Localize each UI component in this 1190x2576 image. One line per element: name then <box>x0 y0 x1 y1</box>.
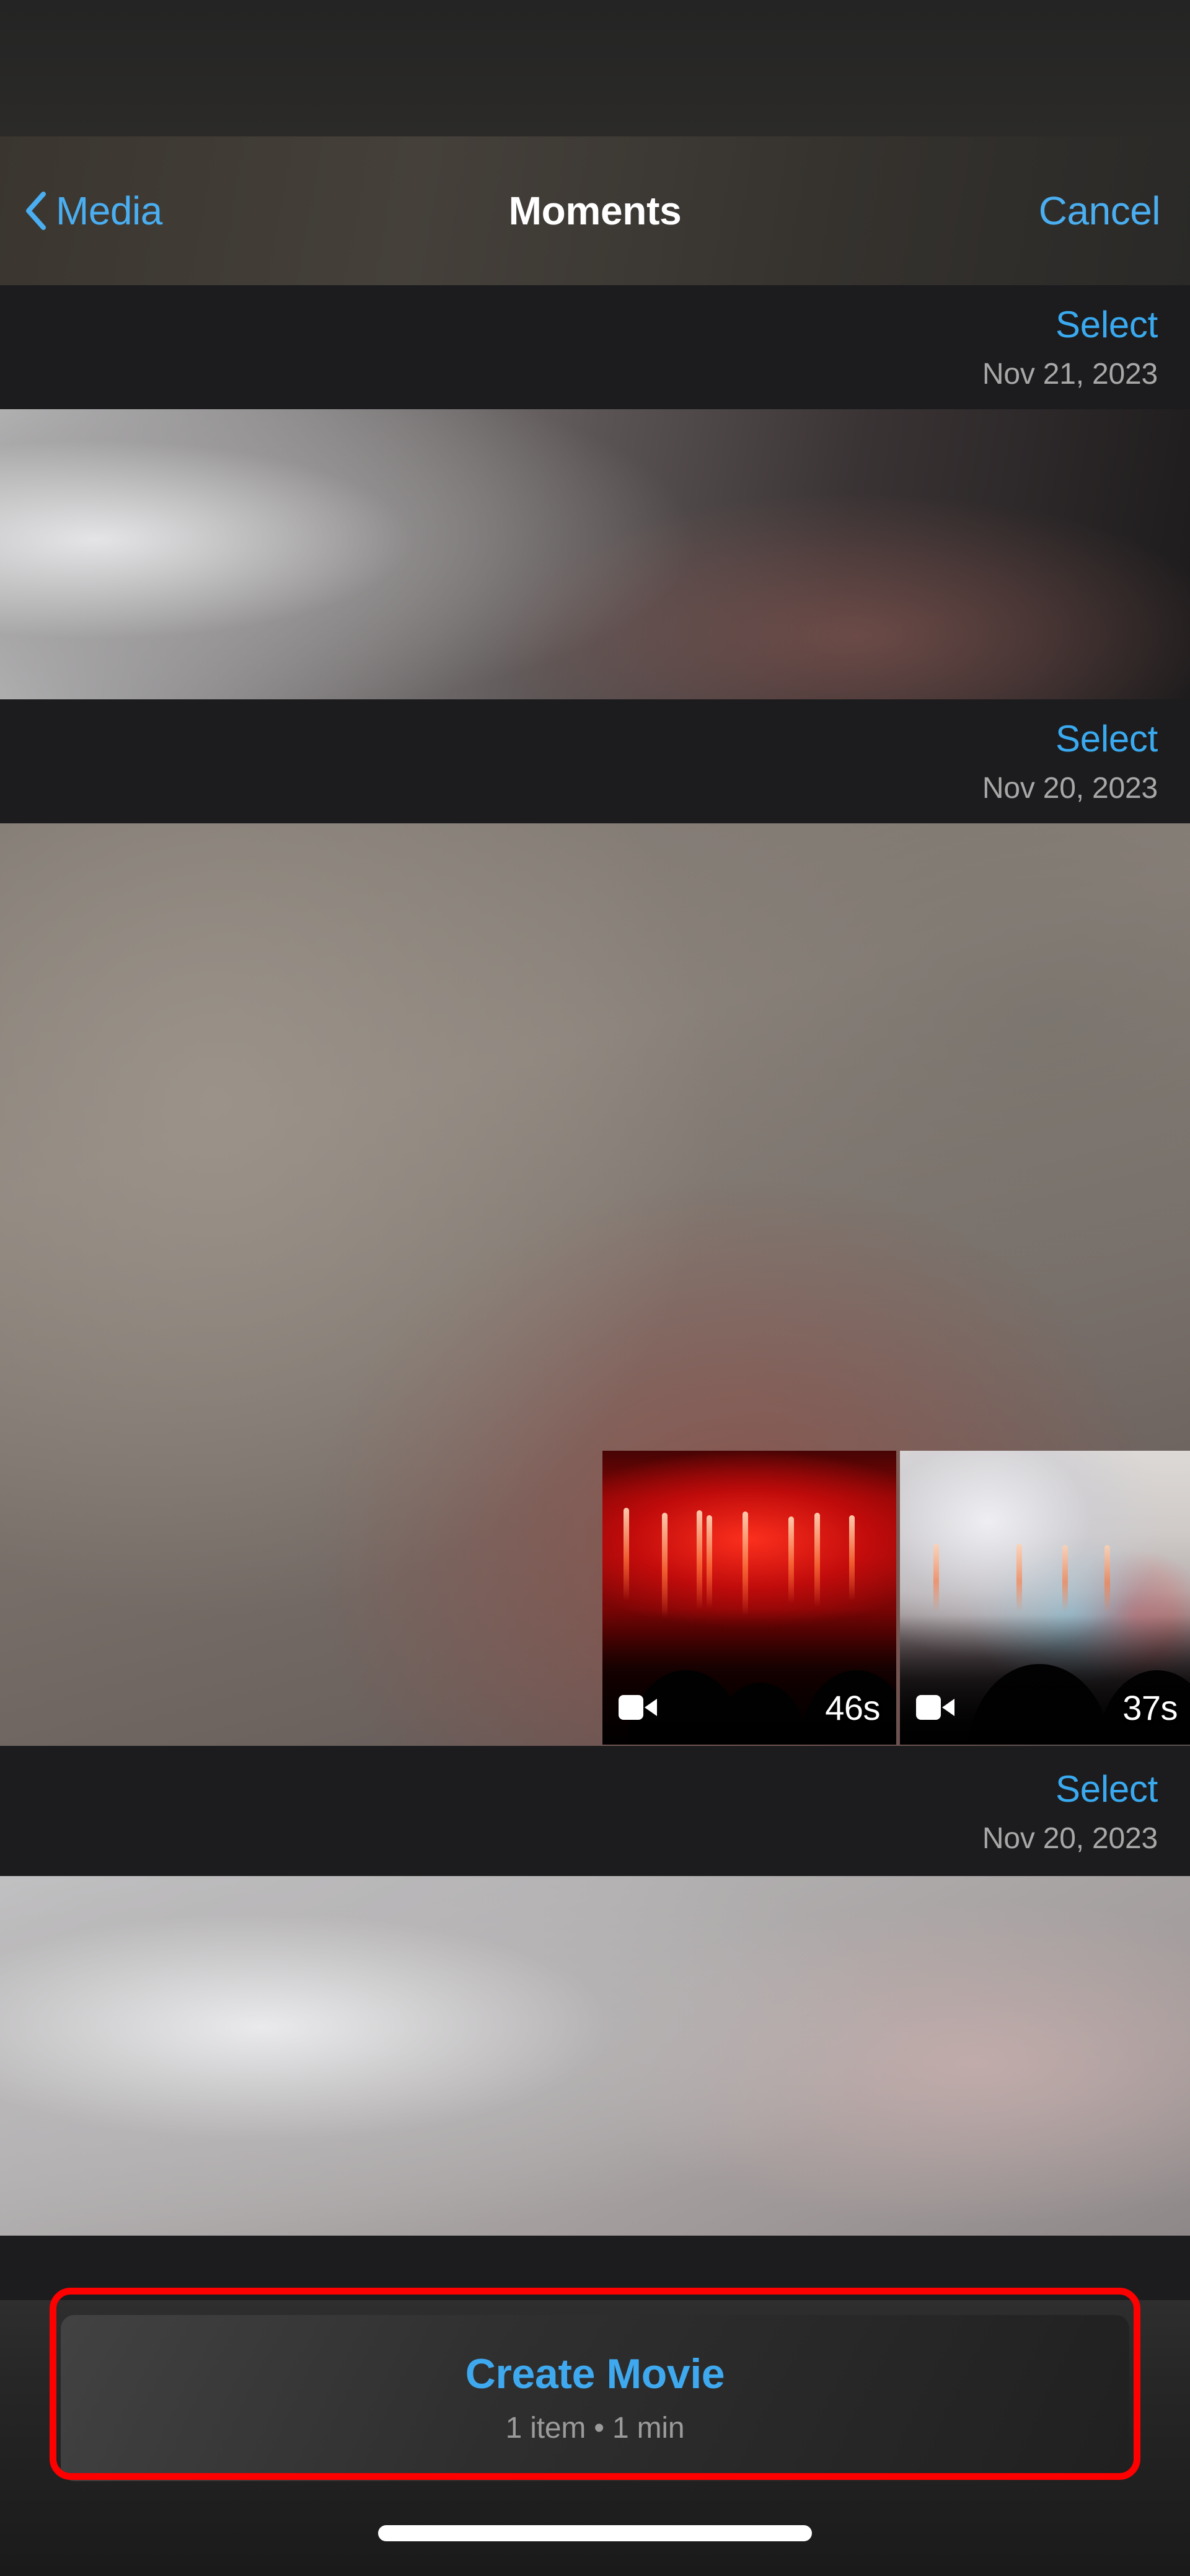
home-indicator <box>378 2525 812 2541</box>
status-bar <box>0 0 1190 136</box>
section-select-button-2[interactable]: Select <box>1056 1771 1158 1808</box>
navigation-bar: Media Moments Cancel <box>0 136 1190 285</box>
section-header-0: Select Nov 21, 2023 <box>0 285 1190 409</box>
section-header-1: Select Nov 20, 2023 <box>0 699 1190 823</box>
create-movie-summary: 1 item • 1 min <box>505 2412 685 2445</box>
section-header-2: Select Nov 20, 2023 <box>0 1746 1190 1876</box>
section-date-2: Nov 20, 2023 <box>982 1822 1158 1855</box>
thumbnail-video-0[interactable]: 46s <box>602 1451 896 1745</box>
app-screen: Media Moments Cancel Select Nov 21, 2023… <box>0 0 1190 2576</box>
thumbnail-video-1[interactable]: 37s <box>900 1451 1190 1745</box>
page-title: Moments <box>508 188 682 233</box>
section-select-button-0[interactable]: Select <box>1056 306 1158 343</box>
section-date-0: Nov 21, 2023 <box>982 358 1158 391</box>
thumbnail-image-0 <box>602 1451 896 1745</box>
thumbnail-grid: 46s 37s <box>0 823 1190 1746</box>
bottom-bar: Create Movie 1 item • 1 min <box>0 2300 1190 2576</box>
moments-list[interactable]: Select Nov 21, 2023 Select Nov 20, 2023 <box>0 285 1190 2576</box>
thumbnail-image-1 <box>900 1451 1190 1745</box>
section-preview-1[interactable]: 46s 37s <box>0 823 1190 1746</box>
create-movie-button[interactable]: Create Movie 1 item • 1 min <box>61 2315 1129 2481</box>
create-movie-label: Create Movie <box>465 2350 725 2397</box>
section-select-button-1[interactable]: Select <box>1056 720 1158 758</box>
section-date-1: Nov 20, 2023 <box>982 772 1158 805</box>
cancel-button[interactable]: Cancel <box>1039 191 1161 231</box>
section-preview-0[interactable] <box>0 409 1190 699</box>
section-preview-2[interactable] <box>0 1876 1190 2236</box>
